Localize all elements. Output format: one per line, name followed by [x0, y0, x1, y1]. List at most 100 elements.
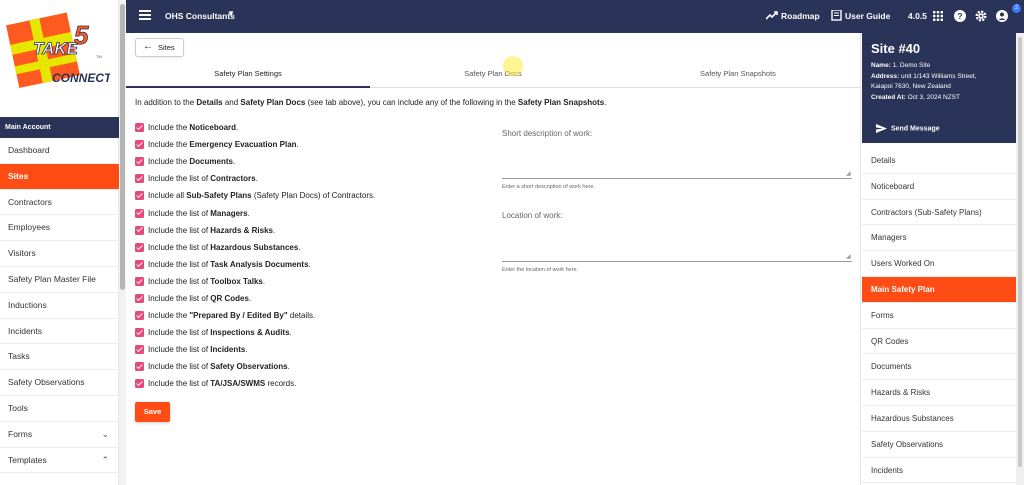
sidebar-item-templates[interactable]: Templates ⌃: [0, 448, 119, 474]
sidebar-scrollbar[interactable]: [119, 0, 126, 485]
trending-up-icon[interactable]: [766, 10, 778, 21]
gear-icon[interactable]: [975, 10, 987, 22]
site-nav-hazards-risks[interactable]: Hazards & Risks: [862, 380, 1017, 406]
include-option-label[interactable]: Include the list of Contractors.: [148, 174, 258, 183]
include-managers-checkbox[interactable]: [135, 208, 144, 218]
include-option-label[interactable]: Include the list of Hazards & Risks.: [148, 226, 275, 235]
site-nav-users-worked-on[interactable]: Users Worked On: [862, 251, 1017, 277]
svg-text:?: ?: [957, 11, 962, 21]
sidebar-item-sites[interactable]: Sites: [0, 163, 119, 190]
include-hazardous-substances-checkbox[interactable]: [135, 242, 144, 252]
textarea-resize-handle[interactable]: ◢: [846, 253, 851, 260]
include-option-label[interactable]: Include the list of Incidents.: [148, 345, 248, 354]
site-nav-hazardous-substances[interactable]: Hazardous Substances: [862, 406, 1017, 432]
short-description-input[interactable]: [502, 178, 852, 179]
apps-grid-icon[interactable]: [933, 11, 943, 21]
roadmap-link[interactable]: Roadmap: [781, 11, 820, 21]
top-bar: OHS Consultants ▼ Roadmap User Guide 4.0…: [126, 0, 1024, 33]
include-option-label[interactable]: Include the "Prepared By / Edited By" de…: [148, 311, 315, 320]
sidebar-item-label: Incidents: [8, 325, 43, 336]
save-button[interactable]: Save: [135, 402, 170, 422]
tab-safety-plan-settings[interactable]: Safety Plan Settings: [126, 66, 370, 88]
include-sub-safety-plans-checkbox[interactable]: [135, 191, 144, 201]
org-selector[interactable]: OHS Consultants: [165, 11, 235, 21]
sidebar-item-tools[interactable]: Tools: [0, 396, 119, 422]
sidebar-item-label: Visitors: [8, 248, 36, 259]
include-hazards-risks-checkbox[interactable]: [135, 225, 144, 235]
take5-connect-logo[interactable]: TAKE 5 TM CONNECT: [6, 10, 110, 96]
include-contractors-checkbox[interactable]: [135, 174, 144, 184]
include-ta-jsa-swms-checkbox[interactable]: [135, 379, 144, 389]
sidebar-item-incidents[interactable]: Incidents: [0, 319, 119, 345]
site-nav-forms[interactable]: Forms: [862, 303, 1017, 329]
include-toolbox-talks-checkbox[interactable]: [135, 276, 144, 286]
sidebar-item-forms[interactable]: Forms ⌄: [0, 422, 119, 448]
tab-safety-plan-docs[interactable]: Safety Plan Docs: [371, 66, 615, 88]
chevron-up-icon[interactable]: ⌃: [101, 448, 109, 473]
sidebar-scroll-thumb[interactable]: [120, 4, 125, 290]
include-noticeboard-checkbox[interactable]: [135, 123, 144, 133]
include-task-analysis-documents-checkbox[interactable]: [135, 259, 144, 269]
include-inspections-audits-checkbox[interactable]: [135, 328, 144, 338]
account-icon[interactable]: [996, 10, 1008, 22]
include-option-label[interactable]: Include the list of Task Analysis Docume…: [148, 260, 311, 269]
site-nav-contractors-sub-safety-plans[interactable]: Contractors (Sub-Safety Plans): [862, 200, 1017, 226]
site-nav-managers[interactable]: Managers: [862, 225, 1017, 252]
include-qr-codes-checkbox[interactable]: [135, 293, 144, 303]
notification-badge[interactable]: 2: [1012, 4, 1021, 13]
include-option-row: Include the Emergency Evacuation Plan.: [135, 136, 375, 153]
site-nav-qr-codes[interactable]: QR Codes: [862, 329, 1017, 355]
sidebar-item-contractors[interactable]: Contractors: [0, 190, 119, 216]
chevron-down-icon[interactable]: ⌄: [101, 422, 109, 447]
sidebar-item-visitors[interactable]: Visitors: [0, 241, 119, 267]
location-input[interactable]: [502, 261, 852, 262]
user-guide-link[interactable]: User Guide: [845, 11, 890, 21]
include-option-label[interactable]: Include the list of Safety Observations.: [148, 362, 290, 371]
include-option-label[interactable]: Include all Sub-Safety Plans (Safety Pla…: [148, 191, 375, 200]
include-option-label[interactable]: Include the list of QR Codes.: [148, 294, 251, 303]
hamburger-menu-icon[interactable]: [139, 10, 151, 22]
include-incidents-checkbox[interactable]: [135, 345, 144, 355]
svg-text:TM: TM: [96, 54, 102, 59]
version-label: 4.0.5: [908, 11, 927, 21]
send-icon: [876, 124, 887, 133]
tab-safety-plan-snapshots[interactable]: Safety Plan Snapshots: [616, 66, 860, 88]
sidebar-item-dashboard[interactable]: Dashboard: [0, 138, 119, 164]
sidebar-item-inductions[interactable]: Inductions: [0, 293, 119, 319]
help-icon[interactable]: ?: [954, 10, 966, 22]
sidebar-item-employees[interactable]: Employees: [0, 215, 119, 242]
site-nav-noticeboard[interactable]: Noticeboard: [862, 174, 1017, 200]
sidebar-item-safety-plan-master-file[interactable]: Safety Plan Master File: [0, 267, 119, 293]
include-option-label[interactable]: Include the list of TA/JSA/SWMS records.: [148, 379, 296, 388]
sidebar-item-label: Safety Plan Master File: [8, 273, 96, 284]
include-option-label[interactable]: Include the list of Hazardous Substances…: [148, 243, 301, 252]
include-safety-observations-checkbox[interactable]: [135, 362, 144, 372]
include-option-label[interactable]: Include the list of Toolbox Talks.: [148, 277, 265, 286]
site-nav-documents[interactable]: Documents: [862, 354, 1017, 381]
site-nav-incidents[interactable]: Incidents: [862, 458, 1017, 484]
back-to-sites-button[interactable]: ← Sites: [135, 38, 184, 57]
caret-down-icon[interactable]: ▼: [227, 9, 235, 18]
svg-text:5: 5: [74, 20, 89, 50]
site-nav-details[interactable]: Details: [862, 148, 1017, 174]
include-option-label[interactable]: Include the list of Managers.: [148, 209, 250, 218]
include-option-row: Include the list of Incidents.: [135, 341, 375, 358]
sidebar-item-label: Tasks: [8, 351, 30, 362]
site-nav-main-safety-plan[interactable]: Main Safety Plan: [862, 276, 1017, 303]
include-option-label[interactable]: Include the list of Inspections & Audits…: [148, 328, 292, 337]
include-option-label[interactable]: Include the Emergency Evacuation Plan.: [148, 140, 299, 149]
send-message-button[interactable]: Send Message: [876, 124, 940, 133]
include-option-label[interactable]: Include the Noticeboard.: [148, 123, 238, 132]
page-scrollbar[interactable]: [1016, 33, 1024, 485]
page-scroll-thumb[interactable]: [1018, 37, 1022, 467]
book-icon[interactable]: [831, 10, 842, 21]
site-nav-safety-observations[interactable]: Safety Observations: [862, 432, 1017, 458]
include-emergency-evacuation-plan-checkbox[interactable]: [135, 140, 144, 150]
include-option-label[interactable]: Include the Documents.: [148, 157, 235, 166]
textarea-resize-handle[interactable]: ◢: [846, 170, 851, 177]
sidebar-item-tasks[interactable]: Tasks: [0, 344, 119, 371]
include-prepared-by-edited-by-checkbox[interactable]: [135, 311, 144, 321]
sidebar-item-safety-observations[interactable]: Safety Observations: [0, 370, 119, 396]
include-documents-checkbox[interactable]: [135, 157, 144, 167]
tab-bar: Safety Plan Settings Safety Plan Docs Sa…: [126, 66, 860, 88]
